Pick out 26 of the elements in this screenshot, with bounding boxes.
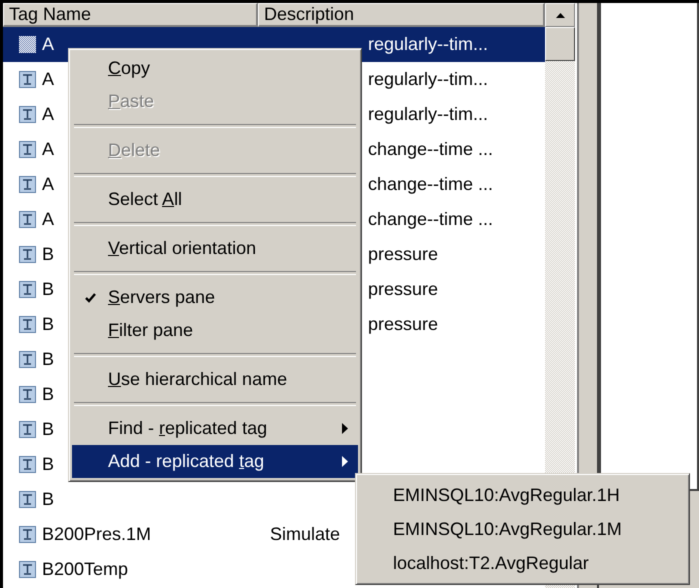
tag-description: Simulate [269, 524, 340, 545]
tag-description: pressure [367, 314, 438, 335]
tag-description: pressure [367, 279, 438, 300]
tag-name: B [42, 279, 54, 300]
tag-name: A [42, 69, 54, 90]
tag-name: B [42, 244, 54, 265]
tag-description: change--time ... [367, 209, 494, 230]
tag-name: B [42, 419, 54, 440]
tag-name: A [42, 209, 54, 230]
tag-description: change--time ... [367, 174, 494, 195]
tag-name: A [42, 34, 54, 55]
tag-name: B [42, 349, 54, 370]
tag-name: B200Temp [42, 559, 128, 580]
tag-description: regularly--tim... [367, 34, 488, 55]
tag-name: B [42, 314, 54, 335]
tag-description: regularly--tim... [367, 104, 488, 125]
tag-description: pressure [367, 244, 438, 265]
tag-name: B [42, 384, 54, 405]
tag-name: B200Pres.1M [42, 524, 152, 545]
tag-name: A [42, 139, 54, 160]
tag-name: B [42, 489, 54, 510]
tag-name: A [42, 174, 54, 195]
tag-description: regularly--tim... [367, 69, 488, 90]
tag-name: B [42, 454, 54, 475]
tag-description: change--time ... [367, 139, 494, 160]
tag-name: A [42, 104, 54, 125]
